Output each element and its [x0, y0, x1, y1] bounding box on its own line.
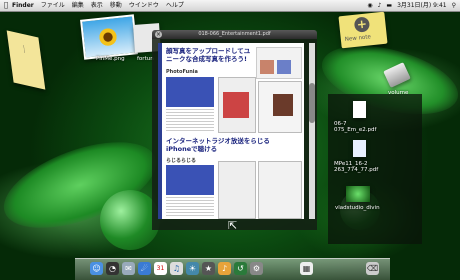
file1-label: 06-7 075_Em_e2.pdf	[334, 121, 377, 133]
mail-icon[interactable]: ✉	[122, 262, 135, 275]
input-icon[interactable]: ▬	[386, 0, 392, 11]
sticky-note-widget[interactable]: ——	[6, 30, 46, 90]
article2-screenshot2	[258, 161, 302, 219]
image-file-icon[interactable]	[346, 186, 370, 202]
article1-screenshot3	[258, 81, 302, 133]
article2-screenshot	[218, 161, 256, 219]
sunflower-image	[97, 26, 119, 49]
menu-item-view[interactable]: 表示	[91, 0, 103, 11]
article2-text	[166, 197, 214, 217]
menu-item-help[interactable]: ヘルプ	[166, 0, 184, 11]
photo-thumbnail	[277, 60, 291, 74]
pinme-label: PinMe.png	[96, 56, 125, 62]
article1-brand: PhotoFunia	[166, 69, 198, 75]
face-thumbnail	[223, 92, 249, 118]
scrollbar-thumb[interactable]	[309, 83, 315, 123]
article1-screenshot	[256, 47, 302, 79]
quicklook-body: 顔写真をアップロードしてユニークな合成写真を作ろう! PhotoFunia イン…	[152, 39, 317, 230]
menu-item-window[interactable]: ウインドウ	[129, 0, 159, 11]
menu-item-go[interactable]: 移動	[110, 0, 122, 11]
fullscreen-icon[interactable]: ⇱	[228, 219, 237, 232]
menu-item-file[interactable]: ファイル	[41, 0, 65, 11]
safari-icon[interactable]: ☄	[138, 262, 151, 275]
pdf-file-icon[interactable]	[353, 140, 366, 157]
leaf-decoration	[100, 190, 160, 250]
imovie-icon[interactable]: ★	[202, 262, 215, 275]
pdf-page[interactable]: 顔写真をアップロードしてユニークな合成写真を作ろう! PhotoFunia イン…	[158, 43, 304, 219]
dashboard-icon[interactable]: ◔	[106, 262, 119, 275]
pinme-image-widget[interactable]	[80, 14, 138, 60]
finder-icon[interactable]: ☺	[90, 262, 103, 275]
photo-thumbnail	[260, 60, 274, 74]
trash-icon[interactable]: ⌫	[366, 262, 379, 275]
article1-lead	[166, 77, 214, 107]
scrollbar[interactable]	[309, 43, 315, 219]
close-icon[interactable]: ×	[155, 31, 162, 38]
quicklook-title: 018-066_Entertainment1.pdf	[198, 31, 271, 37]
timemachine-icon[interactable]: ↺	[234, 262, 247, 275]
file2-label: MPe11_16-2 263_774_77.pdf	[334, 161, 379, 173]
iphoto-icon[interactable]: ☀	[186, 262, 199, 275]
pdf-file-icon[interactable]	[353, 101, 366, 118]
page-spine	[158, 43, 162, 219]
stack-icon[interactable]: ▦	[300, 262, 313, 275]
add-icon: +	[353, 16, 371, 33]
garageband-icon[interactable]: ♪	[218, 262, 231, 275]
preferences-icon[interactable]: ⚙	[250, 262, 263, 275]
wifi-icon[interactable]: ◉	[367, 0, 372, 11]
menu-extras: ◉ ♪ ▬ 3月31日(月) 9:41 ⚲	[367, 0, 460, 11]
sticky-note-text: ——	[21, 44, 28, 54]
article1-screenshot2	[218, 77, 256, 133]
desktop:  Finder ファイル 編集 表示 移動 ウインドウ ヘルプ ◉ ♪ ▬ 3…	[0, 0, 460, 280]
volume-icon[interactable]: ♪	[378, 0, 382, 11]
spotlight-icon[interactable]: ⚲	[452, 0, 456, 11]
new-note-widget[interactable]: + New note	[338, 11, 388, 49]
ical-icon[interactable]: 31	[154, 262, 167, 275]
face-thumbnail	[273, 94, 293, 116]
new-note-label: New note	[344, 34, 372, 43]
itunes-icon[interactable]: ♫	[170, 262, 183, 275]
quicklook-window[interactable]: × 018-066_Entertainment1.pdf 顔写真をアップロードし…	[152, 30, 317, 230]
article2-title: インターネットラジオ放送をらじるiPhoneで聴ける	[166, 137, 270, 153]
quicklook-titlebar[interactable]: × 018-066_Entertainment1.pdf	[152, 30, 317, 39]
article2-brand: らじるらじる	[166, 158, 197, 164]
menu-item-finder[interactable]: Finder	[12, 0, 34, 11]
file3-label: vladstudio_divin	[335, 205, 380, 211]
menu-bar:  Finder ファイル 編集 表示 移動 ウインドウ ヘルプ ◉ ♪ ▬ 3…	[0, 0, 460, 12]
article1-text	[166, 109, 214, 131]
article2-lead	[166, 165, 214, 195]
apple-menu-icon[interactable]: 	[0, 0, 12, 11]
clock[interactable]: 3月31日(月) 9:41	[397, 0, 447, 11]
menu-item-edit[interactable]: 編集	[72, 0, 84, 11]
article1-title: 顔写真をアップロードしてユニークな合成写真を作ろう!	[166, 47, 251, 63]
